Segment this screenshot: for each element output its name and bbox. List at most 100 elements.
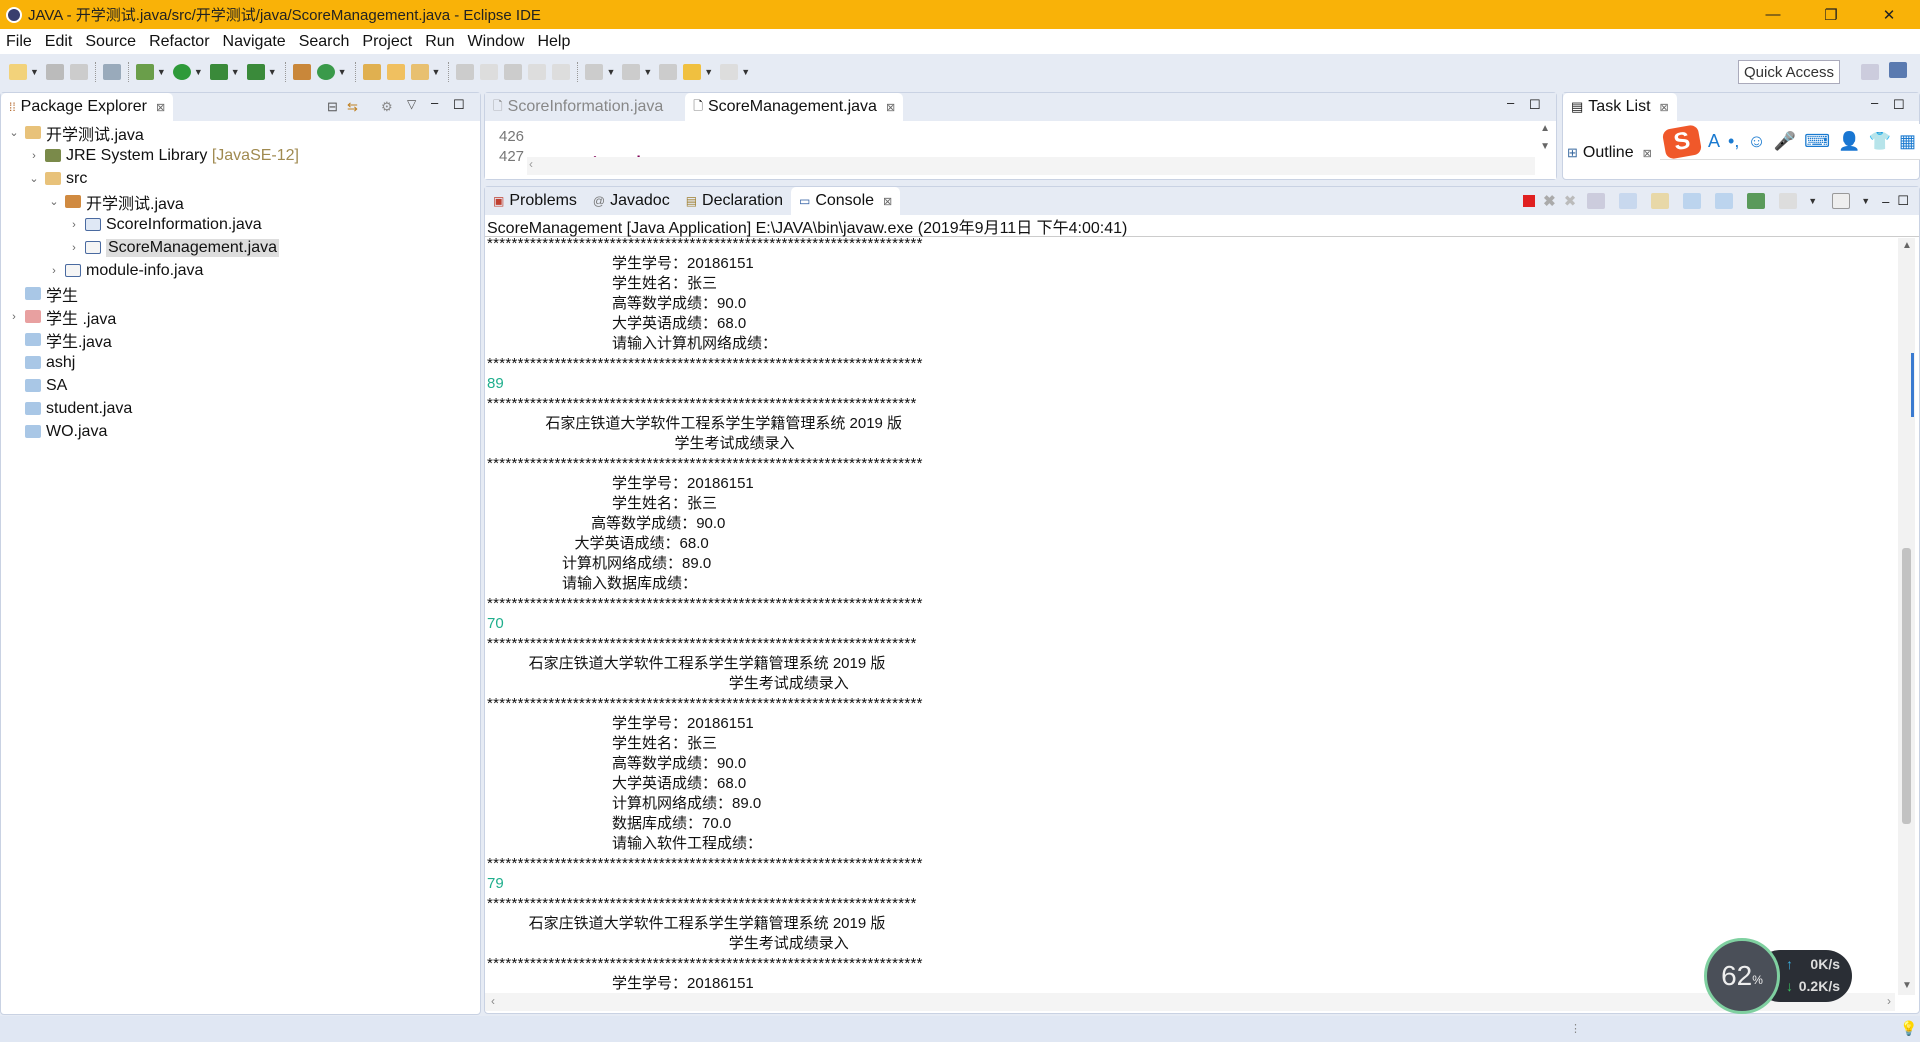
- minimize-view-icon[interactable]: –: [1871, 95, 1878, 110]
- open-type-icon[interactable]: [362, 64, 381, 80]
- tree-item[interactable]: › ScoreInformation.java: [1, 213, 480, 236]
- save-all-icon[interactable]: [69, 64, 88, 80]
- tab-package-explorer[interactable]: ⁞⁞ Package Explorer ⊠: [1, 93, 174, 121]
- scroll-down-icon[interactable]: ▼: [1540, 141, 1550, 152]
- dropdown-arrow-icon[interactable]: ▼: [30, 67, 39, 77]
- previous-annotation-icon[interactable]: [622, 64, 641, 80]
- show-whitespace-icon[interactable]: [552, 64, 571, 80]
- external-tools-icon[interactable]: [246, 64, 265, 80]
- tab-score-management[interactable]: 🗋 ScoreManagement.java ⊠: [685, 93, 904, 121]
- expand-toggle-icon[interactable]: ⌄: [27, 172, 41, 185]
- scroll-up-icon[interactable]: ▲: [1540, 123, 1550, 134]
- run-icon[interactable]: [172, 64, 191, 80]
- dropdown-arrow-icon[interactable]: ▼: [643, 67, 652, 77]
- menu-source[interactable]: Source: [85, 33, 136, 51]
- new-java-package-icon[interactable]: [292, 64, 311, 80]
- tree-item[interactable]: ⌄ 开学测试.java: [1, 190, 480, 213]
- minimize-view-icon[interactable]: –: [431, 95, 438, 110]
- link-with-editor-icon[interactable]: ⇆: [347, 99, 358, 115]
- pin-console-icon[interactable]: [1747, 193, 1766, 209]
- ime-toolbox-icon[interactable]: ▦: [1899, 131, 1916, 152]
- scroll-down-icon[interactable]: ▼: [1902, 980, 1912, 991]
- expand-toggle-icon[interactable]: ›: [67, 242, 81, 254]
- console-output[interactable]: ****************************************…: [487, 238, 1897, 995]
- menu-refactor[interactable]: Refactor: [149, 33, 209, 51]
- quick-access-input[interactable]: Quick Access: [1738, 60, 1840, 84]
- tab-console[interactable]: ▭ Console ⊠: [790, 187, 901, 215]
- ime-keyboard-icon[interactable]: ⌨: [1804, 131, 1830, 152]
- dropdown-arrow-icon[interactable]: ▼: [606, 67, 615, 77]
- toggle-annotation-icon[interactable]: [456, 64, 475, 80]
- back-icon[interactable]: [683, 64, 702, 80]
- dropdown-arrow-icon[interactable]: ▼: [268, 67, 277, 77]
- tab-javadoc[interactable]: @ Javadoc: [585, 187, 678, 215]
- tree-item[interactable]: ashj: [1, 351, 480, 374]
- display-console-icon[interactable]: [1779, 193, 1798, 209]
- open-perspective-icon[interactable]: [1861, 64, 1879, 80]
- ime-voice-icon[interactable]: 🎤: [1774, 131, 1796, 152]
- dropdown-arrow-icon[interactable]: ▼: [194, 67, 203, 77]
- save-icon[interactable]: [45, 64, 64, 80]
- debug-icon[interactable]: [135, 64, 154, 80]
- ime-skin-icon[interactable]: 👕: [1869, 131, 1891, 152]
- tab-task-list[interactable]: ▤ Task List ⊠: [1563, 93, 1677, 121]
- tab-declaration[interactable]: ▤ Declaration: [678, 187, 791, 215]
- maximize-view-icon[interactable]: ☐: [453, 97, 465, 113]
- clear-console-icon[interactable]: [1587, 193, 1606, 209]
- dropdown-arrow-icon[interactable]: ▼: [1808, 196, 1817, 206]
- open-console-icon[interactable]: [1832, 193, 1851, 209]
- tree-item[interactable]: WO.java: [1, 420, 480, 443]
- close-tab-icon[interactable]: ⊠: [883, 195, 892, 208]
- tree-item[interactable]: 学生: [1, 282, 480, 305]
- open-task-icon[interactable]: [386, 64, 405, 80]
- dropdown-arrow-icon[interactable]: ▼: [1861, 196, 1870, 206]
- block-selection-icon[interactable]: [504, 64, 523, 80]
- tree-item[interactable]: › JRE System Library [JavaSE-12]: [1, 144, 480, 167]
- dropdown-arrow-icon[interactable]: ▼: [157, 67, 166, 77]
- coverage-icon[interactable]: [209, 64, 228, 80]
- dropdown-arrow-icon[interactable]: ▼: [741, 67, 750, 77]
- close-tab-icon[interactable]: ⊠: [156, 101, 165, 114]
- console-horizontal-scrollbar[interactable]: ‹ ›: [485, 993, 1895, 1011]
- expand-toggle-icon[interactable]: ⌄: [47, 195, 61, 208]
- close-button[interactable]: ✕: [1860, 0, 1918, 29]
- menu-project[interactable]: Project: [362, 33, 412, 51]
- close-tab-icon[interactable]: ⊠: [1643, 147, 1652, 160]
- tree-item[interactable]: student.java: [1, 397, 480, 420]
- tree-item[interactable]: SA: [1, 374, 480, 397]
- ime-punctuation-icon[interactable]: •,: [1728, 131, 1739, 152]
- tree-item[interactable]: 学生.java: [1, 328, 480, 351]
- expand-toggle-icon[interactable]: ›: [7, 311, 21, 323]
- close-tab-icon[interactable]: ⊠: [886, 101, 895, 114]
- collapse-all-icon[interactable]: ⊟: [327, 99, 338, 115]
- terminate-icon[interactable]: [1523, 195, 1536, 207]
- menu-file[interactable]: File: [6, 33, 32, 51]
- word-wrap-icon[interactable]: [528, 64, 547, 80]
- menu-search[interactable]: Search: [299, 33, 350, 51]
- show-on-stdout-icon[interactable]: [1683, 193, 1702, 209]
- console-vertical-scrollbar[interactable]: ▲ ▼: [1898, 238, 1915, 995]
- tab-score-information[interactable]: 🗋 ScoreInformation.java: [485, 93, 671, 121]
- menu-edit[interactable]: Edit: [45, 33, 73, 51]
- skip-breakpoints-icon[interactable]: [102, 64, 121, 80]
- next-annotation-icon[interactable]: [585, 64, 604, 80]
- tree-item-selected[interactable]: › ScoreManagement.java: [1, 236, 480, 259]
- tree-item[interactable]: ⌄ 开学测试.java: [1, 121, 480, 144]
- word-wrap-icon[interactable]: [1651, 193, 1670, 209]
- status-bar-handle[interactable]: ⋮: [1570, 1022, 1581, 1035]
- menu-help[interactable]: Help: [537, 33, 570, 51]
- minimize-view-icon[interactable]: –: [1507, 95, 1514, 110]
- maximize-view-icon[interactable]: ☐: [1893, 97, 1905, 113]
- scrollbar-thumb[interactable]: [1902, 548, 1911, 824]
- tree-item[interactable]: › 学生 .java: [1, 305, 480, 328]
- menu-run[interactable]: Run: [425, 33, 454, 51]
- dropdown-arrow-icon[interactable]: ▼: [338, 67, 347, 77]
- restore-button[interactable]: ❐: [1802, 0, 1860, 29]
- scroll-right-icon[interactable]: ›: [1887, 994, 1891, 1008]
- tab-problems[interactable]: ▣ Problems: [485, 187, 585, 215]
- editor-horizontal-scrollbar[interactable]: ‹: [527, 157, 1535, 175]
- java-perspective-icon[interactable]: [1889, 62, 1907, 78]
- network-monitor-widget[interactable]: 62% ↑ 0K/s ↓ 0.2K/s: [1704, 938, 1852, 1014]
- forward-icon[interactable]: [720, 64, 739, 80]
- maximize-view-icon[interactable]: ☐: [1897, 193, 1909, 209]
